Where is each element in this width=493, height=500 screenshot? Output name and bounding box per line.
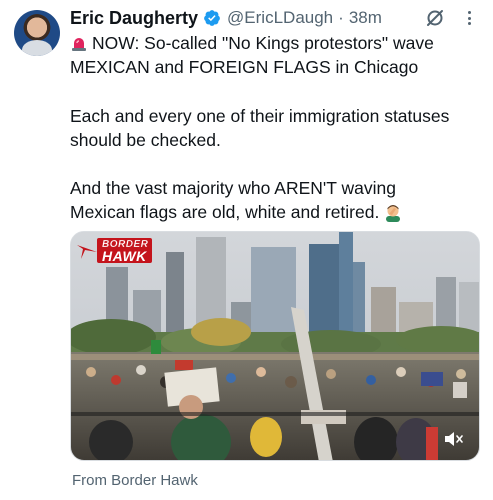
video-frame [71,232,479,460]
post-text-paragraph-1: NOW: So-called "No Kings protestors" wav… [70,31,434,79]
man-facepalming-icon [383,202,403,222]
muted-speaker-icon[interactable] [438,427,468,451]
post-line-1: NOW: So-called "No Kings protestors" wav… [92,33,434,53]
logo-line-2: HAWK [102,248,147,264]
post-text-paragraph-3: And the vast majority who AREN'T waving … [70,176,403,224]
post-line-3: Each and every one of their immigration … [70,106,450,126]
post-line-5: And the vast majority who AREN'T waving [70,178,396,198]
author-name[interactable]: Eric Daugherty [70,8,198,29]
more-options-icon[interactable] [465,8,473,28]
video-player[interactable]: BORDER HAWK [70,231,480,461]
post-line-6: Mexican flags are old, white and retired… [70,202,380,222]
post-line-2: MEXICAN and FOREIGN FLAGS in Chicago [70,57,419,77]
post-text-paragraph-2: Each and every one of their immigration … [70,104,449,152]
border-hawk-logo: BORDER HAWK [77,238,153,264]
post-time[interactable]: 38m [349,8,382,28]
tweet-header: Eric Daugherty @EricLDaugh · 38m [70,6,382,30]
author-handle[interactable]: @EricLDaugh [227,8,333,28]
grok-icon[interactable] [425,8,445,28]
post-text-line: Mexican flags are old, white and retired… [70,200,403,224]
tweet[interactable]: Eric Daugherty @EricLDaugh · 38m NOW: So… [0,0,493,500]
hawk-logo-icon [77,244,97,259]
post-text-line: NOW: So-called "No Kings protestors" wav… [70,31,434,55]
verified-badge-icon[interactable] [203,9,221,27]
avatar[interactable] [14,10,60,56]
separator-dot: · [338,8,344,27]
post-line-4: should be checked. [70,130,221,150]
media-source-label[interactable]: From Border Hawk [72,472,198,489]
police-siren-icon [70,34,88,52]
